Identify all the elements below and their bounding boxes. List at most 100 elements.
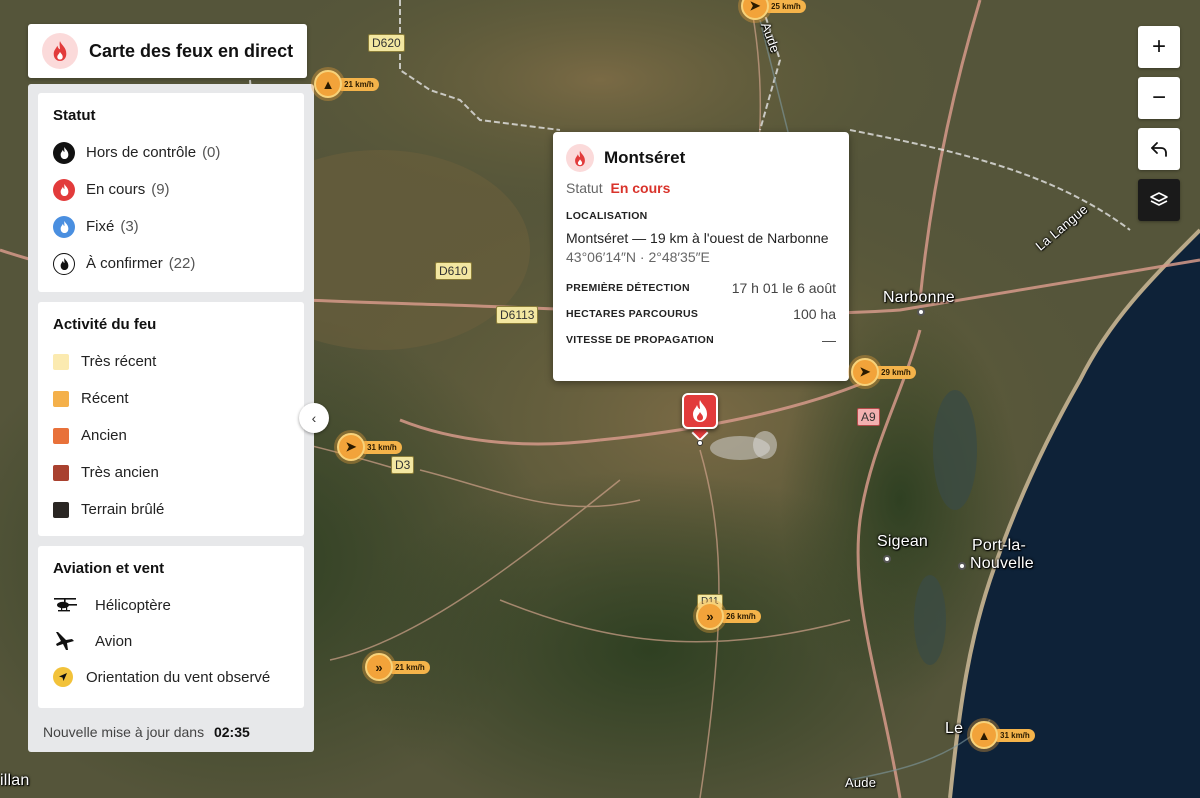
road-sign-d620: D620 bbox=[368, 34, 405, 52]
aviation-item-label: Hélicoptère bbox=[95, 596, 171, 614]
place-label-nouvelle: Nouvelle bbox=[970, 555, 1034, 572]
collapse-panel-button[interactable]: ‹ bbox=[299, 403, 329, 433]
popup-hectares-row: HECTARES PARCOURUS 100 ha bbox=[566, 301, 836, 327]
popup-header: Montséret bbox=[566, 144, 836, 172]
layers-icon bbox=[1150, 192, 1168, 206]
status-item-count: (22) bbox=[168, 255, 196, 272]
color-swatch bbox=[53, 390, 69, 407]
fire-marker-montseret[interactable] bbox=[682, 393, 718, 429]
aviation-item-label: Avion bbox=[95, 632, 133, 650]
status-item-label: Fixé bbox=[86, 218, 115, 235]
popup-first-detection-label: PREMIÈRE DÉTECTION bbox=[566, 282, 690, 294]
status-item-uncontrolled[interactable]: Hors de contrôle (0) bbox=[53, 134, 289, 171]
status-item-fixed[interactable]: Fixé (3) bbox=[53, 208, 289, 245]
status-item-label: Hors de contrôle bbox=[86, 144, 197, 161]
helicopter-icon bbox=[53, 597, 81, 613]
wind-speed-label: 25 km/h bbox=[763, 0, 806, 13]
aviation-item: Avion bbox=[53, 623, 289, 659]
road-sign-a9: A9 bbox=[857, 408, 880, 426]
color-swatch bbox=[53, 501, 69, 518]
layers-button[interactable] bbox=[1138, 179, 1180, 221]
status-legend-card: Statut Hors de contrôle (0) En cours (9)… bbox=[38, 93, 304, 292]
wind-marker[interactable]: ➤ 25 km/h bbox=[741, 0, 806, 20]
popup-hectares-value: 100 ha bbox=[793, 306, 836, 322]
color-swatch bbox=[53, 353, 69, 370]
flame-icon bbox=[693, 400, 707, 422]
popup-title: Montséret bbox=[604, 148, 686, 167]
status-item-count: (9) bbox=[151, 181, 170, 198]
app-title-card: Carte des feux en direct bbox=[28, 24, 307, 78]
fire-activity-legend-card: Activité du feu Très récent Récent Ancie… bbox=[38, 302, 304, 536]
activity-section-title: Activité du feu bbox=[53, 316, 157, 333]
activity-item: Récent bbox=[53, 380, 289, 417]
status-item-in-progress[interactable]: En cours (9) bbox=[53, 171, 289, 208]
status-section-title: Statut bbox=[53, 107, 96, 124]
wind-speed-label: 31 km/h bbox=[359, 440, 402, 454]
wind-speed-label: 21 km/h bbox=[336, 77, 379, 91]
popup-coordinates: 43°06′14″N · 2°48′35″E bbox=[566, 249, 710, 265]
color-swatch bbox=[53, 464, 69, 481]
place-label-illan: illan bbox=[0, 772, 30, 789]
wind-direction-icon: ➤ bbox=[851, 358, 879, 386]
popup-status-value: En cours bbox=[610, 180, 671, 196]
activity-item: Très ancien bbox=[53, 454, 289, 491]
place-label-port-la: Port-la- bbox=[972, 537, 1027, 554]
aviation-item: Hélicoptère bbox=[53, 587, 289, 623]
zoom-out-button[interactable]: − bbox=[1138, 77, 1180, 119]
page-title: Carte des feux en direct bbox=[89, 40, 294, 61]
activity-item: Terrain brûlé bbox=[53, 491, 289, 528]
road-sign-d6113: D6113 bbox=[496, 306, 539, 324]
wind-marker[interactable]: ➤ 29 km/h bbox=[851, 358, 916, 386]
wind-marker[interactable]: » 21 km/h bbox=[365, 653, 430, 681]
wind-direction-icon: ▲ bbox=[970, 721, 998, 749]
place-label-sigean: Sigean bbox=[877, 533, 929, 550]
fire-location-dot bbox=[697, 440, 703, 446]
aviation-item-label: Orientation du vent observé bbox=[86, 668, 271, 686]
wind-marker[interactable]: » 26 km/h bbox=[696, 602, 761, 630]
wind-direction-icon bbox=[53, 667, 75, 687]
activity-item-label: Très ancien bbox=[81, 464, 159, 481]
wind-speed-label: 26 km/h bbox=[718, 609, 761, 623]
popup-location: Montséret — 19 km à l'ouest de Narbonne bbox=[566, 230, 829, 246]
status-item-label: À confirmer bbox=[86, 255, 163, 272]
town-marker bbox=[958, 562, 966, 570]
flame-icon bbox=[53, 178, 75, 201]
airplane-icon bbox=[53, 629, 81, 653]
flame-icon bbox=[53, 252, 75, 275]
flame-icon bbox=[53, 215, 75, 238]
update-timer: 02:35 bbox=[213, 724, 250, 740]
popup-location-label: LOCALISATION bbox=[566, 210, 648, 222]
status-item-to-confirm[interactable]: À confirmer (22) bbox=[53, 245, 289, 282]
status-item-count: (3) bbox=[120, 218, 139, 235]
wind-marker[interactable]: ▲ 21 km/h bbox=[314, 70, 379, 98]
activity-item-label: Terrain brûlé bbox=[81, 501, 165, 518]
town-marker bbox=[917, 308, 925, 316]
flame-icon bbox=[42, 33, 78, 69]
activity-item-label: Très récent bbox=[81, 353, 157, 370]
activity-item: Très récent bbox=[53, 343, 289, 380]
road-sign-d610: D610 bbox=[435, 262, 472, 280]
wind-speed-label: 31 km/h bbox=[992, 728, 1035, 742]
popup-speed-value: — bbox=[822, 332, 836, 348]
aviation-wind-legend-card: Aviation et vent Hélicoptère Avion Orien… bbox=[38, 546, 304, 708]
wind-direction-icon: ➤ bbox=[337, 433, 365, 461]
flame-icon bbox=[566, 144, 594, 172]
activity-item-label: Récent bbox=[81, 390, 129, 407]
wind-speed-label: 21 km/h bbox=[387, 660, 430, 674]
reset-view-button[interactable] bbox=[1138, 128, 1180, 170]
town-marker bbox=[883, 555, 891, 563]
wind-marker[interactable]: ▲ 31 km/h bbox=[970, 721, 1035, 749]
place-label-le: Le bbox=[945, 720, 964, 737]
fire-details-popup: Montséret Statut En cours LOCALISATION M… bbox=[553, 132, 849, 381]
wind-direction-icon: ➤ bbox=[741, 0, 769, 20]
popup-status: Statut En cours bbox=[566, 180, 836, 196]
wind-marker[interactable]: ➤ 31 km/h bbox=[337, 433, 402, 461]
undo-arrow-icon bbox=[1151, 142, 1167, 157]
wind-direction-icon: » bbox=[365, 653, 393, 681]
aviation-item: Orientation du vent observé bbox=[53, 659, 289, 695]
aviation-section-title: Aviation et vent bbox=[53, 560, 165, 577]
activity-item-label: Ancien bbox=[81, 427, 127, 444]
popup-first-detection-row: PREMIÈRE DÉTECTION 17 h 01 le 6 août bbox=[566, 275, 836, 301]
zoom-in-button[interactable]: + bbox=[1138, 26, 1180, 68]
color-swatch bbox=[53, 427, 69, 444]
